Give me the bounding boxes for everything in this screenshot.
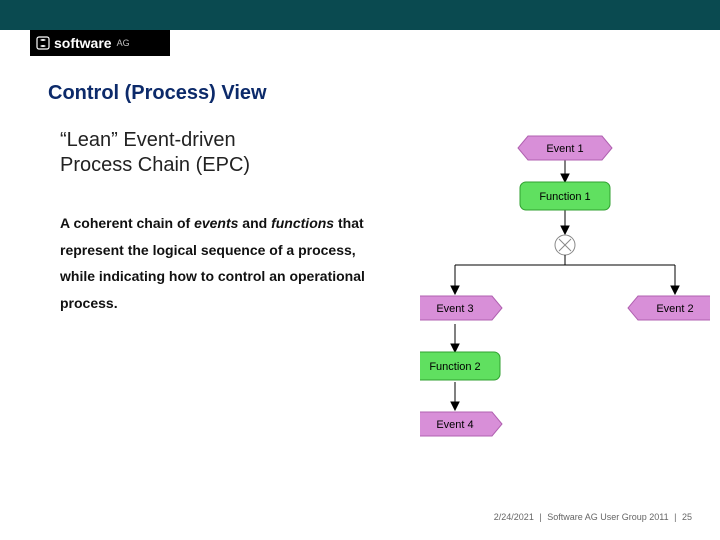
footer-date: 2/24/2021 [494, 512, 534, 522]
epc-diagram: Event 1 Function 1 Event 3 Event 2 Funct… [420, 130, 710, 470]
body-mid: and [238, 215, 271, 231]
body-text: A coherent chain of events and functions… [60, 210, 390, 316]
svg-text:Event 2: Event 2 [656, 303, 693, 315]
footer-sep-1: | [539, 512, 541, 522]
top-accent-bar [0, 0, 720, 30]
page-title: Control (Process) View [48, 82, 267, 105]
brand-mark-icon [36, 36, 50, 50]
footer: 2/24/2021 | Software AG User Group 2011 … [494, 512, 692, 522]
diagram-function-2: Function 2 [420, 352, 500, 380]
body-em-events: events [194, 215, 238, 231]
subtitle-line-1: “Lean” Event-driven [60, 128, 250, 153]
svg-text:Event 3: Event 3 [436, 303, 473, 315]
subtitle: “Lean” Event-driven Process Chain (EPC) [60, 128, 250, 178]
diagram-event-3: Event 3 [420, 296, 502, 320]
body-em-functions: functions [271, 215, 334, 231]
footer-org: Software AG User Group 2011 [547, 512, 668, 522]
svg-text:Function 2: Function 2 [429, 361, 480, 373]
brand-logo: software AG [30, 30, 170, 56]
diagram-event-4: Event 4 [420, 412, 502, 436]
diagram-event-2: Event 2 [628, 296, 710, 320]
svg-text:Event 1: Event 1 [546, 143, 583, 155]
footer-page: 25 [682, 512, 692, 522]
brand-logo-text: software [54, 35, 112, 51]
body-pre: A coherent chain of [60, 215, 194, 231]
brand-logo-suffix: AG [117, 38, 130, 48]
footer-sep-2: | [674, 512, 676, 522]
diagram-event-1: Event 1 [518, 136, 612, 160]
diagram-function-1: Function 1 [520, 182, 610, 210]
subtitle-line-2: Process Chain (EPC) [60, 153, 250, 178]
svg-text:Function 1: Function 1 [539, 191, 590, 203]
svg-text:Event 4: Event 4 [436, 419, 473, 431]
